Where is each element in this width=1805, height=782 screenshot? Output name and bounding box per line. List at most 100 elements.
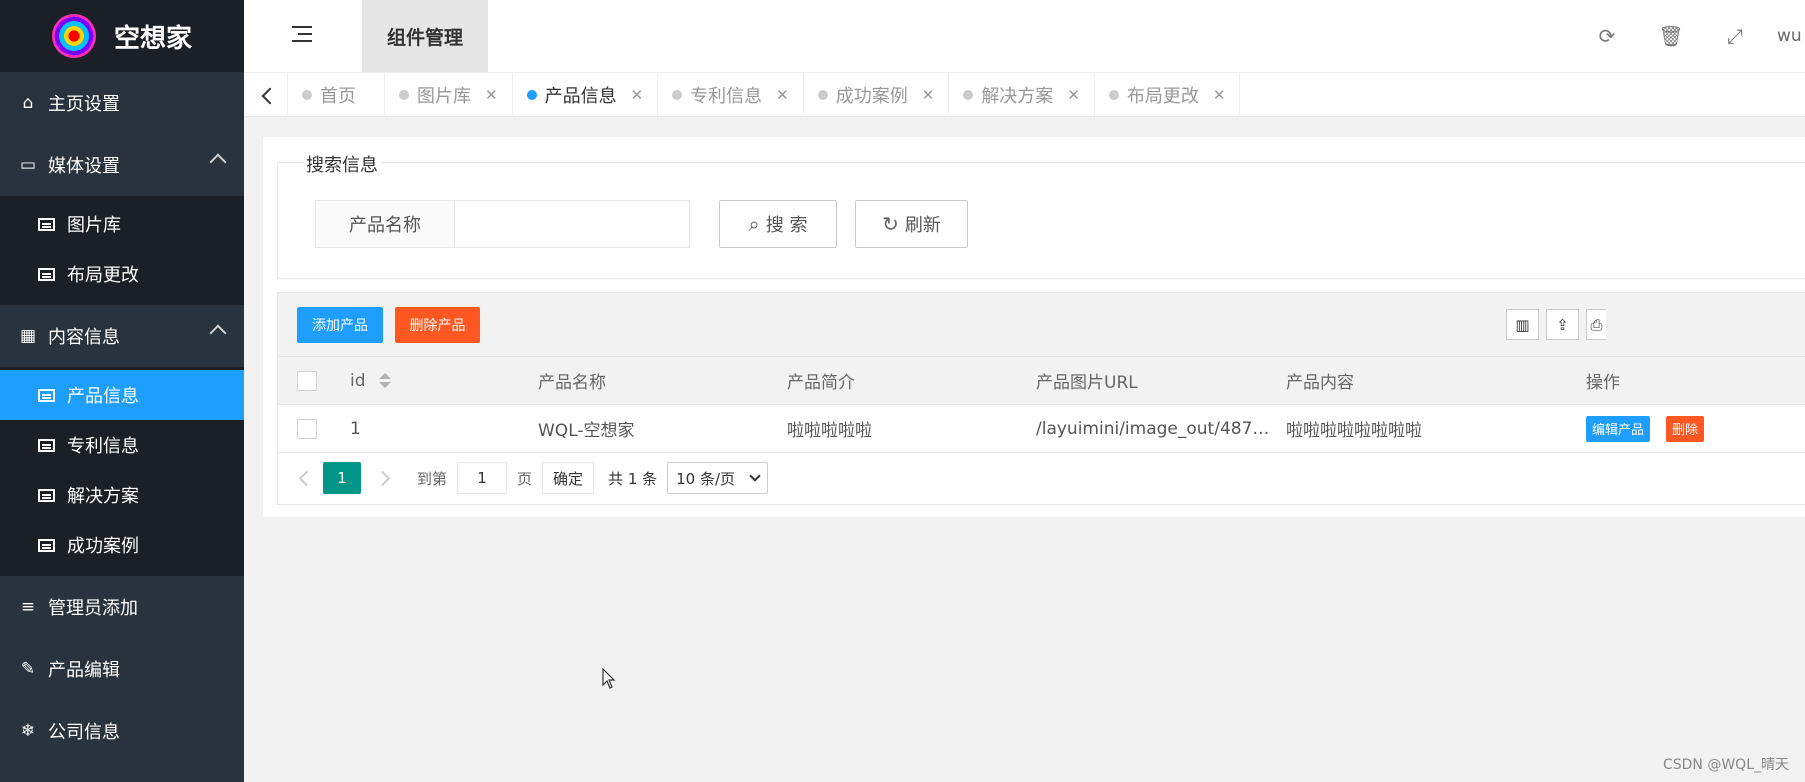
tab-bar: 首页 图片库 ✕ 产品信息 ✕ 专利信息 ✕ 成功案例 ✕ 解决方案 ✕ 布局更…: [244, 72, 1805, 117]
search-icon: ⌕: [748, 212, 760, 236]
column-header-name: 产品名称: [538, 373, 606, 393]
search-legend: 搜索信息: [303, 151, 381, 177]
header-tab-component-management[interactable]: 组件管理: [362, 0, 488, 72]
dot-icon: [963, 90, 974, 100]
prev-page-icon[interactable]: [295, 469, 313, 487]
sidebar-item-label: 产品信息: [67, 386, 139, 407]
dot-icon: [817, 90, 828, 100]
pagination: 1 到第 1 页 确定 共 1 条 10 条/页: [278, 453, 1805, 503]
list-icon: [38, 217, 55, 231]
dot-icon: [1108, 90, 1119, 100]
list-icon: [38, 388, 55, 402]
page-size-select[interactable]: 10 条/页: [667, 462, 769, 494]
menu-toggle-icon[interactable]: [292, 26, 312, 44]
export-icon[interactable]: ⇪: [1546, 309, 1579, 340]
sidebar-item-patent-info[interactable]: 专利信息: [0, 420, 244, 470]
tab-image-library[interactable]: 图片库 ✕: [385, 73, 513, 117]
search-button-label: 搜 索: [765, 215, 808, 236]
snowflake-icon: ❄: [20, 721, 36, 741]
page-skip: 到第 1 页 确定: [417, 462, 595, 494]
sidebar-item-product-edit[interactable]: ✎ 产品编辑: [0, 638, 244, 700]
product-name-input[interactable]: [454, 200, 690, 248]
sidebar-item-home-settings[interactable]: ⌂ 主页设置: [0, 72, 244, 134]
fullscreen-icon[interactable]: ⤢: [1703, 24, 1767, 48]
tab-label: 解决方案: [981, 86, 1054, 107]
logo[interactable]: 空想家: [0, 0, 244, 72]
home-icon: ⌂: [22, 93, 34, 113]
cell-ops: 编辑产品 删除: [1572, 415, 1805, 442]
tab-solutions[interactable]: 解决方案 ✕: [949, 73, 1095, 117]
add-product-button[interactable]: 添加产品: [297, 307, 383, 343]
chevron-up-icon: [209, 153, 227, 171]
list-icon: [38, 538, 55, 552]
sidebar-item-admin-add[interactable]: ≡ 管理员添加: [0, 576, 244, 638]
sidebar-item-layout-change[interactable]: 布局更改: [0, 249, 244, 299]
current-page[interactable]: 1: [323, 462, 361, 494]
calendar-icon: ▦: [19, 326, 37, 346]
sidebar-item-label: 解决方案: [67, 486, 139, 507]
columns-filter-icon[interactable]: ▥: [1506, 309, 1539, 340]
tab-layout-change[interactable]: 布局更改 ✕: [1095, 73, 1241, 117]
tab-label: 产品信息: [544, 86, 617, 107]
delete-product-button[interactable]: 删除产品: [395, 307, 480, 343]
tab-patent-info[interactable]: 专利信息 ✕: [658, 73, 804, 117]
list-icon: [38, 438, 55, 452]
sidebar-item-solutions[interactable]: 解决方案: [0, 470, 244, 520]
sidebar-item-label: 成功案例: [67, 536, 139, 557]
column-header-url: 产品图片URL: [1036, 373, 1138, 393]
user-name[interactable]: wu: [1767, 26, 1805, 46]
delete-row-button[interactable]: 删除: [1666, 415, 1705, 442]
tab-scroll-left-icon[interactable]: [244, 73, 288, 117]
list-icon: [38, 488, 55, 502]
column-header-content: 产品内容: [1286, 373, 1354, 393]
edit-product-button[interactable]: 编辑产品: [1586, 415, 1651, 442]
sidebar-item-label: 媒体设置: [48, 156, 120, 177]
search-fieldset: 搜索信息 产品名称 ⌕ 搜 索 ↻ 刷新: [277, 151, 1805, 279]
sidebar-item-company-info[interactable]: ❄ 公司信息: [0, 700, 244, 762]
tab-label: 首页: [320, 86, 356, 107]
tab-label: 图片库: [417, 86, 471, 107]
sidebar: 空想家 ⌂ 主页设置 ▭ 媒体设置 图片库 布局更改 ▦ 内容信息 产品信息 专…: [0, 0, 244, 782]
refresh-icon[interactable]: ⟳: [1575, 24, 1639, 48]
column-header-id[interactable]: id: [336, 371, 524, 391]
sidebar-item-label: 产品编辑: [48, 660, 120, 681]
tab-product-info[interactable]: 产品信息 ✕: [513, 73, 659, 117]
sidebar-item-image-library[interactable]: 图片库: [0, 199, 244, 249]
cell-content: 啦啦啦啦啦啦啦啦: [1286, 421, 1422, 441]
close-icon[interactable]: ✕: [1067, 86, 1080, 104]
sidebar-item-media-settings[interactable]: ▭ 媒体设置: [0, 134, 244, 196]
next-page-icon[interactable]: [375, 469, 393, 487]
sidebar-item-content-info[interactable]: ▦ 内容信息: [0, 305, 244, 367]
refresh-button[interactable]: ↻ 刷新: [855, 200, 968, 248]
sidebar-item-label: 专利信息: [67, 436, 139, 457]
close-icon[interactable]: ✕: [485, 86, 498, 104]
dot-icon: [302, 90, 312, 100]
close-icon[interactable]: ✕: [776, 86, 789, 104]
dot-icon: [399, 90, 409, 100]
search-button[interactable]: ⌕ 搜 索: [719, 200, 837, 248]
table-header: id 产品名称 产品简介 产品图片URL 产品内容 操作: [278, 357, 1805, 405]
chevron-down-icon: [749, 470, 761, 482]
refresh-button-label: 刷新: [904, 215, 941, 236]
sidebar-item-product-info[interactable]: 产品信息: [0, 370, 244, 420]
print-icon[interactable]: ⎙: [1586, 309, 1606, 340]
window-icon: ▭: [19, 155, 37, 175]
row-checkbox[interactable]: [297, 418, 317, 439]
submenu-media: 图片库 布局更改: [0, 196, 244, 305]
sort-icon[interactable]: [378, 373, 391, 388]
select-all-checkbox[interactable]: [297, 370, 317, 391]
content-panel: 搜索信息 产品名称 ⌕ 搜 索 ↻ 刷新 添加产品 删除产品 ▥ ⇪ ⎙ id …: [263, 137, 1805, 517]
tab-home[interactable]: 首页: [288, 73, 385, 117]
close-icon[interactable]: ✕: [1213, 86, 1226, 104]
trash-icon[interactable]: 🗑: [1639, 24, 1703, 48]
goto-confirm-button[interactable]: 确定: [542, 462, 595, 494]
sidebar-item-label: 布局更改: [67, 265, 139, 286]
goto-page-input[interactable]: 1: [457, 462, 508, 494]
sidebar-item-success-cases[interactable]: 成功案例: [0, 520, 244, 570]
sidebar-item-label: 内容信息: [48, 327, 120, 348]
header: 组件管理 ⟳ 🗑 ⤢ wu: [244, 0, 1805, 72]
cell-id: 1: [350, 418, 361, 439]
close-icon[interactable]: ✕: [922, 86, 935, 104]
tab-success-cases[interactable]: 成功案例 ✕: [804, 73, 950, 117]
close-icon[interactable]: ✕: [631, 86, 644, 104]
